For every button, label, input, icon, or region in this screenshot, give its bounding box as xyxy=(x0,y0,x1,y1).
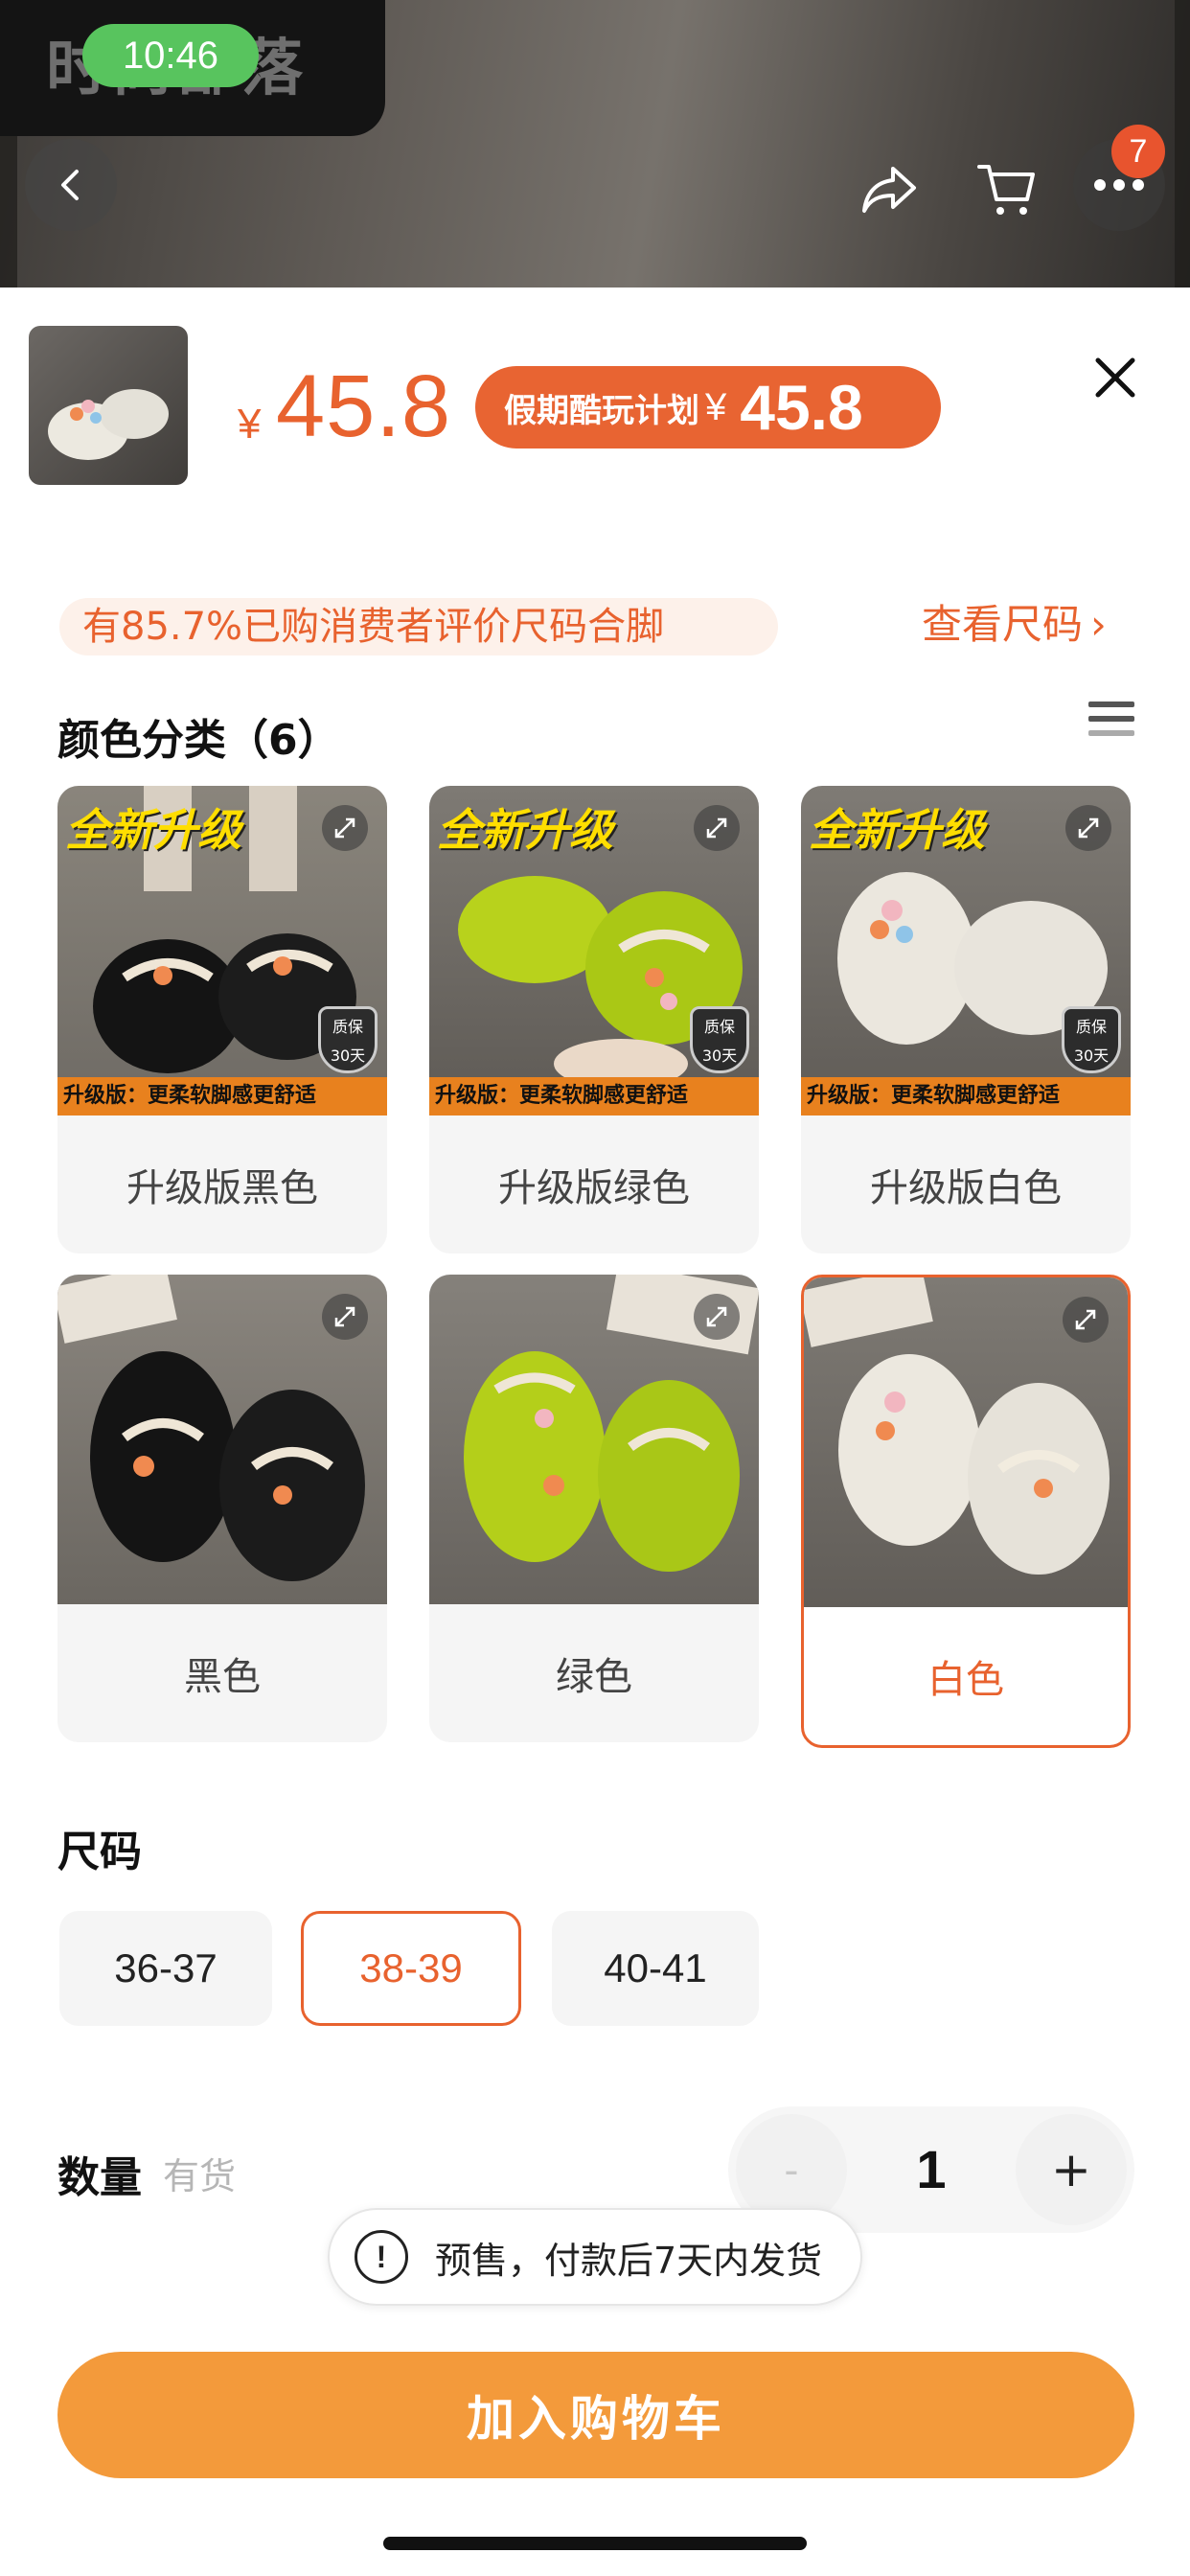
toast-text: 预售，付款后7天内发货 xyxy=(435,2239,823,2282)
size-guide-label: 查看尺码 xyxy=(922,601,1084,648)
increase-quantity-button[interactable]: + xyxy=(1016,2114,1127,2225)
more-icon xyxy=(1094,179,1144,191)
color-option-label: 升级版黑色 xyxy=(126,1166,318,1210)
promo-label: 假期酷玩计划 xyxy=(504,391,699,430)
size-section-title: 尺码 xyxy=(57,1828,142,1876)
color-option-label: 白色 xyxy=(927,1658,1004,1702)
color-option-image xyxy=(804,1277,1128,1607)
color-section-title: 颜色分类（6） xyxy=(57,716,340,765)
color-option-black[interactable]: 黑色 xyxy=(57,1275,387,1742)
color-option-white[interactable]: 白色 xyxy=(801,1275,1131,1748)
status-time: 10:46 xyxy=(82,24,259,87)
info-icon: ! xyxy=(355,2230,408,2284)
color-option-upgrade-black[interactable]: 全新升级 质保 30天 升级版：更柔软脚感更舒适 升级版黑色 xyxy=(57,786,387,1254)
stock-status: 有货 xyxy=(163,2155,237,2197)
presale-toast: ! 预售，付款后7天内发货 xyxy=(328,2208,862,2306)
expand-icon[interactable] xyxy=(694,1294,740,1340)
color-option-label: 绿色 xyxy=(556,1655,632,1699)
upgrade-badge: 全新升级 xyxy=(65,804,241,856)
photo-stripe xyxy=(1175,0,1190,288)
upgrade-badge: 全新升级 xyxy=(809,804,985,856)
price-currency: ¥ xyxy=(238,401,262,448)
quantity-section-title: 数量 xyxy=(57,2153,142,2202)
size-guide-link[interactable]: 查看尺码 › xyxy=(922,596,1107,654)
promo-price-badge: 假期酷玩计划 ¥ 45.8 xyxy=(475,366,941,448)
promo-currency: ¥ xyxy=(705,385,727,428)
size-option-40-41[interactable]: 40-41 xyxy=(552,1911,759,2026)
expand-icon[interactable] xyxy=(322,805,368,851)
price-value: 45.8 xyxy=(276,357,452,455)
list-icon-bar xyxy=(1088,730,1134,736)
upgrade-strip: 升级版：更柔软脚感更舒适 xyxy=(801,1077,1131,1116)
list-icon-bar xyxy=(1088,716,1134,722)
warranty-badge: 质保 30天 xyxy=(690,1006,749,1073)
cart-button[interactable] xyxy=(968,151,1044,228)
add-to-cart-button[interactable]: 加入购物车 xyxy=(57,2352,1134,2478)
color-option-image: 全新升级 质保 30天 升级版：更柔软脚感更舒适 xyxy=(57,786,387,1116)
close-icon xyxy=(1095,357,1135,398)
close-button[interactable] xyxy=(1090,353,1140,402)
home-indicator xyxy=(383,2537,807,2550)
shoe-thumbnail-image xyxy=(48,389,169,460)
expand-icon[interactable] xyxy=(1065,805,1111,851)
promo-price: 45.8 xyxy=(740,372,863,443)
chevron-right-icon: › xyxy=(1090,601,1107,648)
color-option-green[interactable]: 绿色 xyxy=(429,1275,759,1742)
list-view-toggle[interactable] xyxy=(1088,702,1134,748)
expand-icon[interactable] xyxy=(694,805,740,851)
color-option-image: 全新升级 质保 30天 升级版：更柔软脚感更舒适 xyxy=(429,786,759,1116)
back-icon xyxy=(61,170,79,200)
list-icon-bar xyxy=(1088,702,1134,707)
size-fit-banner: 有85.7%已购消费者评价尺码合脚 xyxy=(59,598,778,656)
warranty-badge: 质保 30天 xyxy=(318,1006,378,1073)
quantity-value[interactable]: 1 xyxy=(881,2106,981,2233)
size-option-36-37[interactable]: 36-37 xyxy=(59,1911,272,2026)
cart-badge: 7 xyxy=(1111,125,1165,178)
expand-icon[interactable] xyxy=(322,1294,368,1340)
color-option-upgrade-white[interactable]: 全新升级 质保 30天 升级版：更柔软脚感更舒适 升级版白色 xyxy=(801,786,1131,1254)
upgrade-badge: 全新升级 xyxy=(437,804,613,856)
color-option-upgrade-green[interactable]: 全新升级 质保 30天 升级版：更柔软脚感更舒适 升级版绿色 xyxy=(429,786,759,1254)
share-button[interactable] xyxy=(853,153,926,226)
color-option-label: 升级版绿色 xyxy=(498,1166,690,1210)
warranty-badge: 质保 30天 xyxy=(1062,1006,1121,1073)
product-thumbnail[interactable] xyxy=(29,326,188,485)
color-option-label: 黑色 xyxy=(184,1655,261,1699)
color-option-image xyxy=(429,1275,759,1604)
color-option-image: 全新升级 质保 30天 升级版：更柔软脚感更舒适 xyxy=(801,786,1131,1116)
share-icon xyxy=(862,167,916,213)
upgrade-strip: 升级版：更柔软脚感更舒适 xyxy=(57,1077,387,1116)
size-option-38-39[interactable]: 38-39 xyxy=(301,1911,521,2026)
color-option-image xyxy=(57,1275,387,1604)
expand-icon[interactable] xyxy=(1063,1297,1109,1343)
color-option-label: 升级版白色 xyxy=(870,1166,1062,1210)
cart-icon xyxy=(977,165,1035,215)
back-button[interactable] xyxy=(25,139,117,231)
upgrade-strip: 升级版：更柔软脚感更舒适 xyxy=(429,1077,759,1116)
